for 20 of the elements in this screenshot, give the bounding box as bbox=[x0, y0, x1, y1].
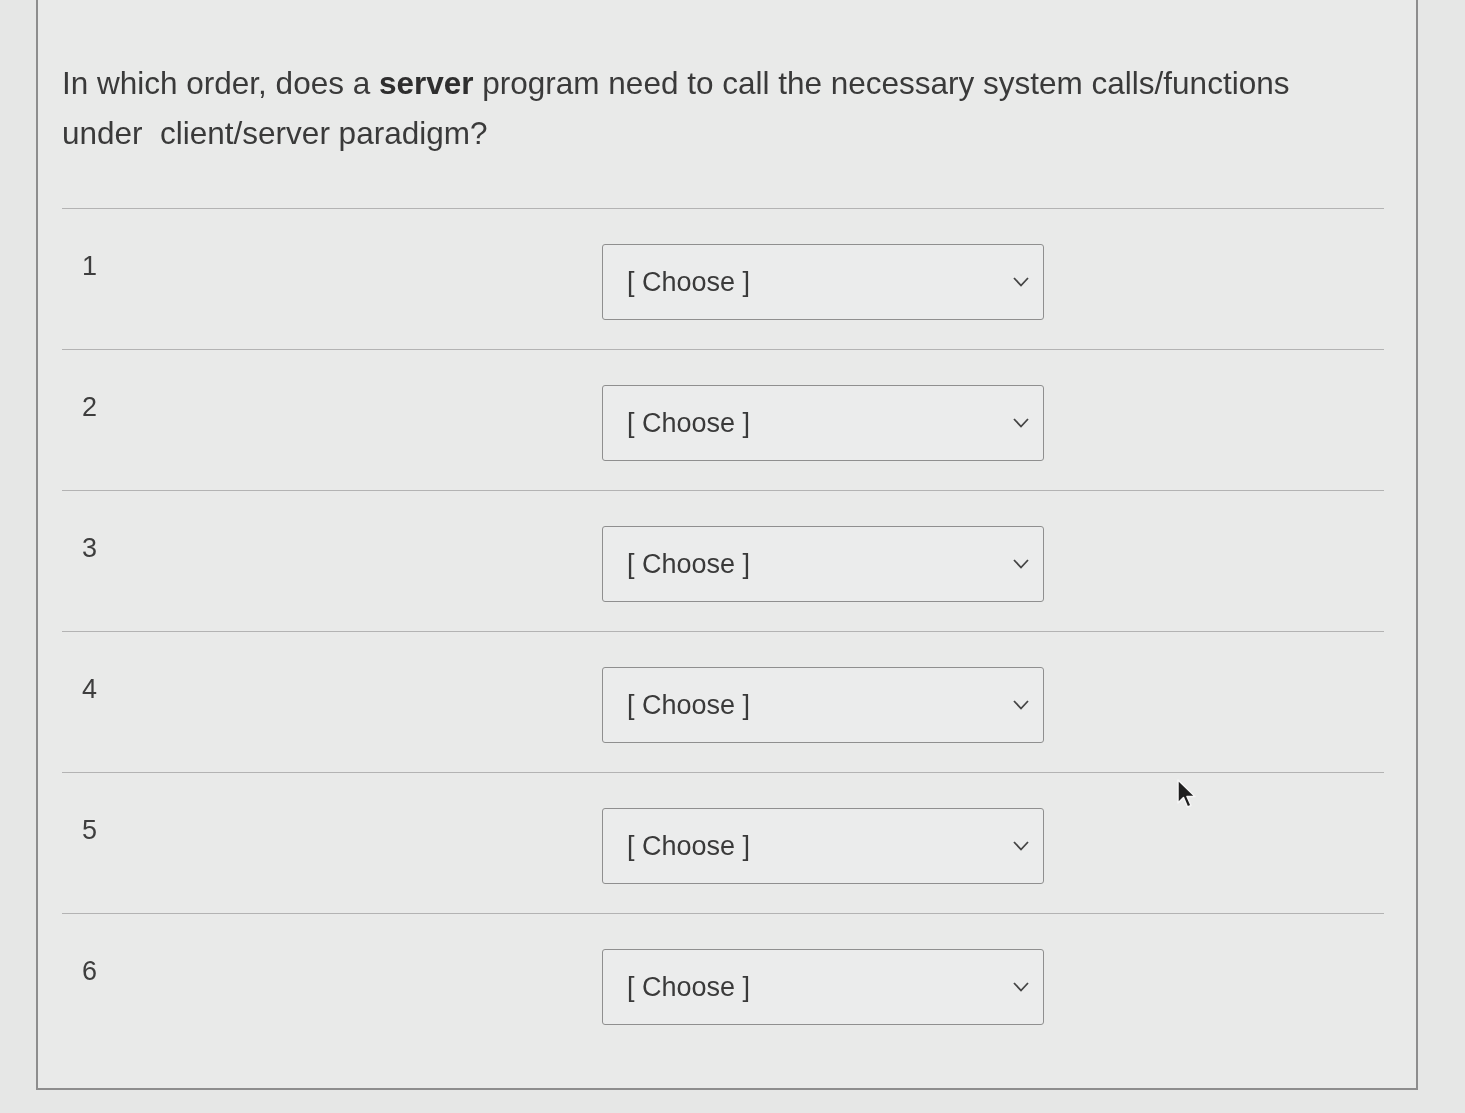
chevron-down-icon bbox=[1013, 559, 1029, 569]
choose-dropdown[interactable]: [ Choose ] bbox=[602, 385, 1044, 461]
mouse-pointer-icon bbox=[1177, 779, 1197, 809]
choose-dropdown[interactable]: [ Choose ] bbox=[602, 244, 1044, 320]
chevron-down-icon bbox=[1013, 982, 1029, 992]
row-number: 6 bbox=[82, 956, 98, 986]
choose-dropdown[interactable]: [ Choose ] bbox=[602, 808, 1044, 884]
row-number: 5 bbox=[82, 815, 98, 845]
row-number: 3 bbox=[82, 533, 98, 563]
choose-dropdown[interactable]: [ Choose ] bbox=[602, 526, 1044, 602]
row-number: 2 bbox=[82, 392, 98, 422]
chevron-down-icon bbox=[1013, 418, 1029, 428]
chevron-down-icon bbox=[1013, 700, 1029, 710]
row-number: 1 bbox=[82, 251, 98, 281]
chevron-down-icon bbox=[1013, 277, 1029, 287]
choose-dropdown[interactable]: [ Choose ] bbox=[602, 949, 1044, 1025]
chevron-down-icon bbox=[1013, 841, 1029, 851]
row-number: 4 bbox=[82, 674, 98, 704]
choose-dropdown[interactable]: [ Choose ] bbox=[602, 667, 1044, 743]
question-text: In which order, does a server program need to call the necessary system calls/functions under client/server paradigm? bbox=[62, 64, 1291, 153]
